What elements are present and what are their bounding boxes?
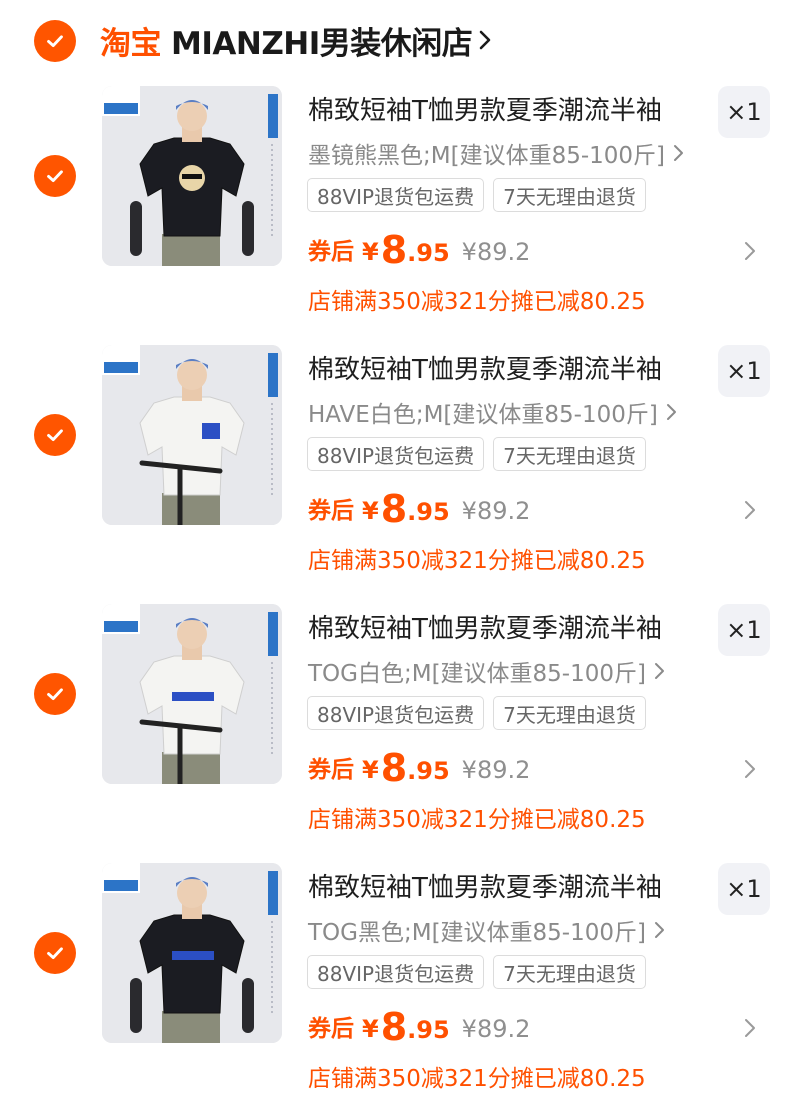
currency-symbol: ¥ bbox=[362, 238, 379, 266]
cart-item: 棉致短袖T恤男款夏季潮流半袖 ×1 HAVE白色;M[建议体重85-100斤] 88V… bbox=[0, 345, 800, 604]
coupon-label: 券后 bbox=[308, 1016, 354, 1042]
service-tag: 7天无理由退货 bbox=[493, 955, 646, 989]
sku-label: TOG黑色;M[建议体重85-100斤] bbox=[308, 920, 646, 946]
chevron-right-icon bbox=[479, 30, 491, 50]
chevron-right-icon bbox=[666, 404, 676, 420]
checkmark-icon bbox=[47, 947, 63, 960]
product-title[interactable]: 棉致短袖T恤男款夏季潮流半袖 bbox=[308, 608, 662, 645]
chevron-right-icon bbox=[674, 145, 684, 161]
original-price: ¥89.2 bbox=[461, 497, 531, 525]
price-integer: 8 bbox=[380, 487, 408, 531]
price-row: 券后 ¥8.95 ¥89.2 bbox=[308, 1001, 530, 1049]
currency-symbol: ¥ bbox=[362, 756, 379, 784]
price-decimal: .95 bbox=[407, 757, 450, 785]
service-tag: 7天无理由退货 bbox=[493, 178, 646, 212]
price-decimal: .95 bbox=[407, 1016, 450, 1044]
shop-select-checkbox[interactable] bbox=[34, 20, 76, 62]
sku-selector[interactable]: HAVE白色;M[建议体重85-100斤] bbox=[308, 395, 677, 429]
service-tags: 88VIP退货包运费 7天无理由退货 bbox=[307, 696, 646, 730]
sku-selector[interactable]: 墨镜熊黑色;M[建议体重85-100斤] bbox=[308, 136, 684, 170]
service-tags: 88VIP退货包运费 7天无理由退货 bbox=[307, 178, 646, 212]
sku-selector[interactable]: TOG白色;M[建议体重85-100斤] bbox=[308, 654, 665, 688]
service-tags: 88VIP退货包运费 7天无理由退货 bbox=[307, 437, 646, 471]
chevron-right-icon bbox=[654, 922, 664, 938]
price-row: 券后 ¥8.95 ¥89.2 bbox=[308, 742, 530, 790]
currency-symbol: ¥ bbox=[362, 497, 379, 525]
discount-note: 店铺满350减321分摊已减80.25 bbox=[308, 289, 646, 315]
item-select-checkbox[interactable] bbox=[34, 414, 76, 456]
cart-item: 棉致短袖T恤男款夏季潮流半袖 ×1 墨镜熊黑色;M[建议体重85-100斤] 88VI… bbox=[0, 86, 800, 345]
price-integer: 8 bbox=[380, 1005, 408, 1049]
original-price: ¥89.2 bbox=[461, 1015, 531, 1043]
quantity-button[interactable]: ×1 bbox=[718, 86, 770, 138]
product-title[interactable]: 棉致短袖T恤男款夏季潮流半袖 bbox=[308, 90, 662, 127]
cart-item: 棉致短袖T恤男款夏季潮流半袖 ×1 TOG黑色;M[建议体重85-100斤] 88VI… bbox=[0, 863, 800, 1108]
price-row: 券后 ¥8.95 ¥89.2 bbox=[308, 483, 530, 531]
price-decimal: .95 bbox=[407, 498, 450, 526]
product-title[interactable]: 棉致短袖T恤男款夏季潮流半袖 bbox=[308, 867, 662, 904]
cart-item: 棉致短袖T恤男款夏季潮流半袖 ×1 TOG白色;M[建议体重85-100斤] 88VI… bbox=[0, 604, 800, 863]
coupon-label: 券后 bbox=[308, 498, 354, 524]
quantity-button[interactable]: ×1 bbox=[718, 604, 770, 656]
quantity-button[interactable]: ×1 bbox=[718, 345, 770, 397]
price-row: 券后 ¥8.95 ¥89.2 bbox=[308, 224, 530, 272]
shop-link[interactable]: 淘宝 MIANZHI男装休闲店 bbox=[100, 18, 492, 62]
item-select-checkbox[interactable] bbox=[34, 155, 76, 197]
chevron-right-icon bbox=[654, 663, 664, 679]
original-price: ¥89.2 bbox=[461, 756, 531, 784]
shop-name: MIANZHI男装休闲店 bbox=[171, 25, 473, 62]
coupon-label: 券后 bbox=[308, 757, 354, 783]
original-price: ¥89.2 bbox=[461, 238, 531, 266]
chevron-right-icon[interactable] bbox=[744, 500, 756, 520]
sku-label: HAVE白色;M[建议体重85-100斤] bbox=[308, 402, 658, 428]
product-thumbnail[interactable] bbox=[102, 345, 282, 525]
service-tags: 88VIP退货包运费 7天无理由退货 bbox=[307, 955, 646, 989]
product-thumbnail[interactable] bbox=[102, 604, 282, 784]
service-tag: 88VIP退货包运费 bbox=[307, 696, 485, 730]
service-tag: 88VIP退货包运费 bbox=[307, 437, 485, 471]
item-select-checkbox[interactable] bbox=[34, 673, 76, 715]
checkmark-icon bbox=[47, 429, 63, 442]
chevron-right-icon[interactable] bbox=[744, 1018, 756, 1038]
checkmark-icon bbox=[47, 35, 63, 48]
product-title[interactable]: 棉致短袖T恤男款夏季潮流半袖 bbox=[308, 349, 662, 386]
quantity-button[interactable]: ×1 bbox=[718, 863, 770, 915]
price-integer: 8 bbox=[380, 228, 408, 272]
item-select-checkbox[interactable] bbox=[34, 932, 76, 974]
chevron-right-icon[interactable] bbox=[744, 759, 756, 779]
sku-label: 墨镜熊黑色;M[建议体重85-100斤] bbox=[308, 143, 666, 169]
discount-note: 店铺满350减321分摊已减80.25 bbox=[308, 1066, 646, 1092]
service-tag: 7天无理由退货 bbox=[493, 696, 646, 730]
discount-note: 店铺满350减321分摊已减80.25 bbox=[308, 807, 646, 833]
sku-label: TOG白色;M[建议体重85-100斤] bbox=[308, 661, 646, 687]
product-thumbnail[interactable] bbox=[102, 863, 282, 1043]
price-integer: 8 bbox=[380, 746, 408, 790]
coupon-label: 券后 bbox=[308, 239, 354, 265]
checkmark-icon bbox=[47, 688, 63, 701]
currency-symbol: ¥ bbox=[362, 1015, 379, 1043]
checkmark-icon bbox=[47, 170, 63, 183]
taobao-logo: 淘宝 bbox=[100, 25, 162, 62]
sku-selector[interactable]: TOG黑色;M[建议体重85-100斤] bbox=[308, 913, 665, 947]
discount-note: 店铺满350减321分摊已减80.25 bbox=[308, 548, 646, 574]
price-decimal: .95 bbox=[407, 239, 450, 267]
service-tag: 7天无理由退货 bbox=[493, 437, 646, 471]
product-thumbnail[interactable] bbox=[102, 86, 282, 266]
chevron-right-icon[interactable] bbox=[744, 241, 756, 261]
service-tag: 88VIP退货包运费 bbox=[307, 955, 485, 989]
service-tag: 88VIP退货包运费 bbox=[307, 178, 485, 212]
shop-header: 淘宝 MIANZHI男装休闲店 bbox=[0, 0, 800, 80]
